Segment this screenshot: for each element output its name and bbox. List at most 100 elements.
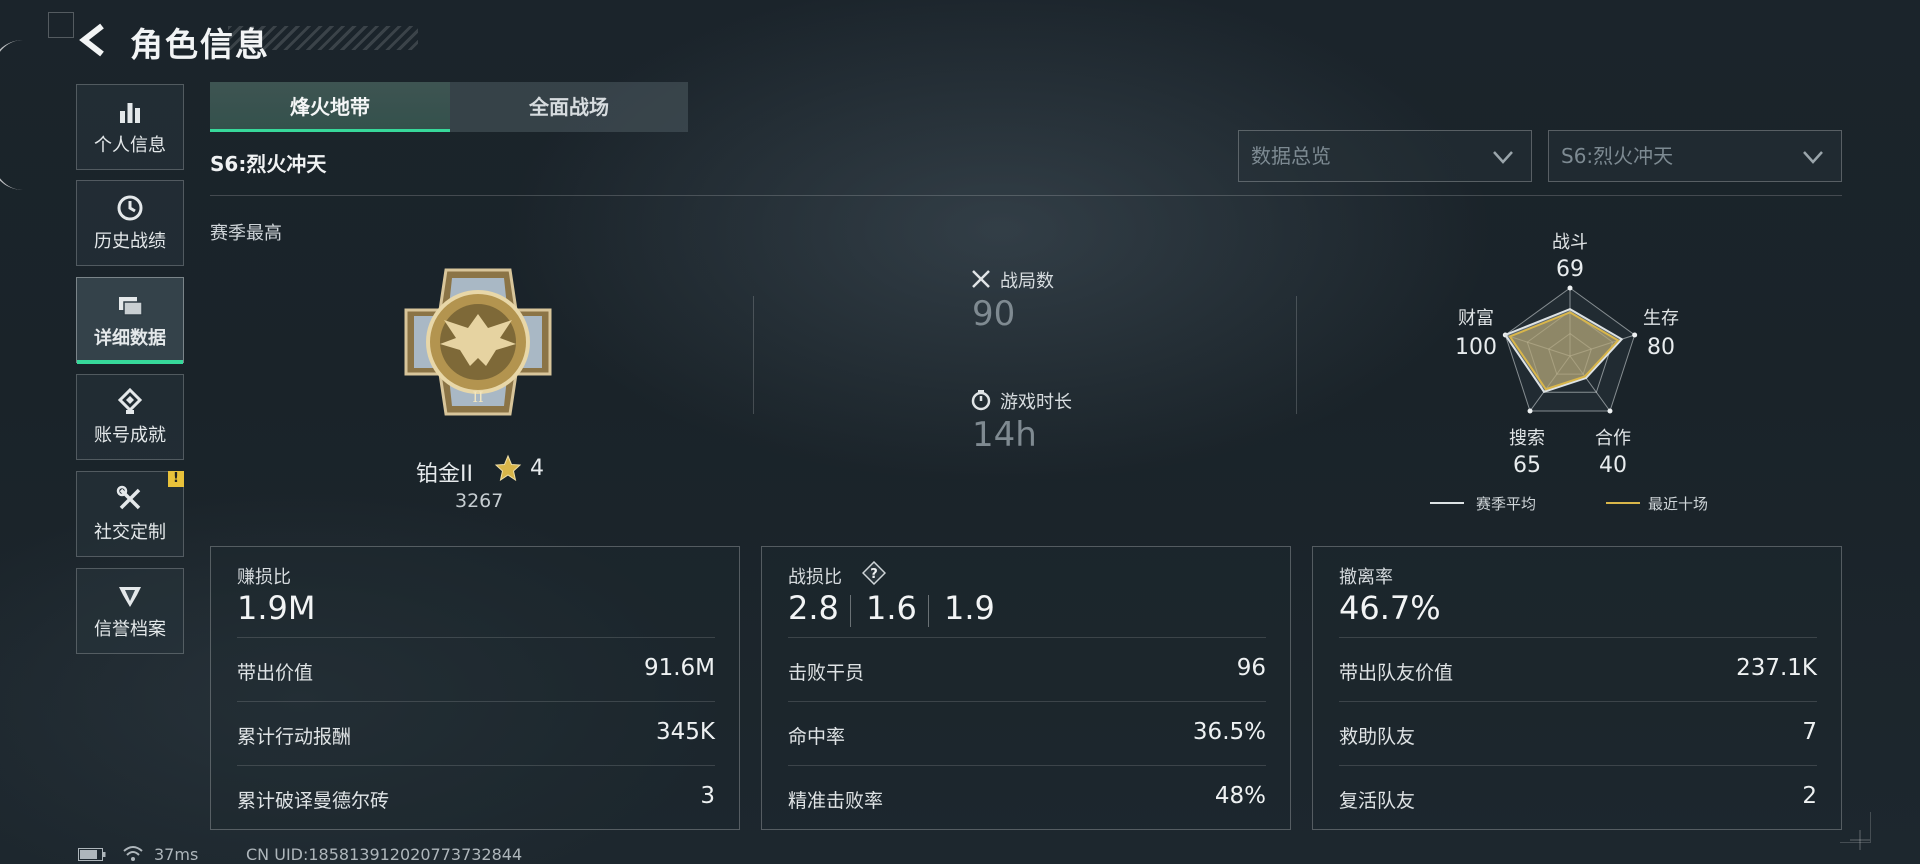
- kd-value: 1.6: [866, 589, 917, 627]
- kd-value: 2.8: [788, 589, 839, 627]
- sidebar-item-label: 信誉档案: [94, 619, 166, 640]
- crossed-swords-icon: [972, 270, 990, 288]
- season-dropdown[interactable]: S6:烈火冲天: [1548, 130, 1842, 182]
- ping-readout: 37ms: [154, 845, 199, 864]
- stat-value: 237.1K: [1736, 655, 1817, 681]
- card-title: 战损比: [788, 567, 842, 588]
- legend-label-average: 赛季平均: [1476, 495, 1537, 513]
- sidebar-item-reputation[interactable]: 信誉档案: [76, 568, 184, 654]
- view-dropdown[interactable]: 数据总览: [1238, 130, 1532, 182]
- extraction-rate-card: 撤离率 46.7% 带出队友价值 237.1K 救助队友 7 复活队友 2: [1312, 546, 1842, 830]
- radar-label-combat: 战斗: [1552, 232, 1588, 253]
- stat-row: 累计行动报酬 345K: [237, 701, 715, 766]
- stat-label: 救助队友: [1339, 726, 1416, 748]
- shield-emblem-icon: [119, 587, 141, 607]
- radar-label-search: 搜索: [1509, 428, 1545, 449]
- stat-label: 带出队友价值: [1339, 662, 1454, 684]
- achievement-icon: [117, 387, 143, 414]
- card-title: 赚损比: [237, 567, 291, 588]
- chevron-down-icon: [1803, 151, 1823, 164]
- stat-value: 36.5%: [1192, 719, 1266, 745]
- radar-label-wealth: 财富: [1458, 308, 1494, 329]
- stat-value: 345K: [656, 719, 715, 745]
- sidebar-item-label: 账号成就: [94, 425, 166, 446]
- rank-score: 3267: [455, 490, 504, 512]
- sidebar-item-label: 详细数据: [94, 328, 166, 349]
- radar-label-survival: 生存: [1643, 308, 1679, 329]
- stat-row: 击败干员 96: [788, 637, 1266, 702]
- sidebar-item-history[interactable]: 历史战绩: [76, 180, 184, 266]
- cards-icon: [119, 297, 143, 316]
- sidebar-item-achievements[interactable]: 账号成就: [76, 374, 184, 460]
- sidebar-item-details[interactable]: 详细数据: [76, 277, 184, 364]
- stat-label: 复活队友: [1339, 790, 1416, 812]
- edge-arc-decoration: [0, 40, 23, 190]
- tab-frontier-zone[interactable]: 烽火地带: [210, 82, 450, 132]
- card-main-value: 1.9M: [237, 589, 316, 627]
- matches-label: 战局数: [1000, 271, 1054, 292]
- radar-value-cooperation: 40: [1599, 453, 1627, 478]
- radar-value-search: 65: [1513, 453, 1541, 478]
- stopwatch-icon: [971, 390, 991, 411]
- kd-value: 1.9: [944, 589, 995, 627]
- radar-value-combat: 69: [1556, 257, 1584, 282]
- legend-swatch-recent: [1606, 502, 1640, 504]
- chevron-down-icon: [1493, 151, 1513, 164]
- star-icon: [494, 454, 522, 482]
- stat-label: 累计破译曼德尔砖: [237, 790, 390, 812]
- sidebar-item-profile[interactable]: 个人信息: [76, 84, 184, 170]
- profit-loss-card: 赚损比 1.9M 带出价值 91.6M 累计行动报酬 345K 累计破译曼德尔砖…: [210, 546, 740, 830]
- rank-medal-icon: II: [404, 268, 552, 416]
- stat-row: 救助队友 7: [1339, 701, 1817, 766]
- sidebar-item-social[interactable]: 社交定制 !: [76, 471, 184, 557]
- stat-value: 96: [1236, 655, 1266, 681]
- stat-label: 击败干员: [788, 662, 865, 684]
- active-indicator: [77, 360, 183, 364]
- playtime-value: 14h: [972, 415, 1037, 455]
- tools-icon: [116, 485, 141, 510]
- radar-axis-dot: [1527, 408, 1533, 414]
- stat-value: 91.6M: [643, 655, 715, 681]
- crosshair-icon: [1850, 830, 1870, 850]
- stat-label: 命中率: [788, 726, 846, 748]
- card-title: 撤离率: [1339, 567, 1393, 588]
- divider: [210, 195, 1842, 196]
- radar-axis-dot: [1567, 285, 1573, 291]
- bar-chart-icon: [120, 103, 140, 123]
- stat-row: 带出价值 91.6M: [237, 637, 715, 702]
- svg-text:?: ?: [870, 567, 878, 582]
- stat-value: 48%: [1214, 783, 1266, 809]
- battery-icon: [78, 848, 106, 861]
- svg-text:II: II: [472, 390, 483, 406]
- divider: [753, 296, 754, 414]
- tab-full-battlefield[interactable]: 全面战场: [450, 82, 688, 132]
- legend-label-recent: 最近十场: [1648, 495, 1709, 513]
- rank-name: 铂金II: [416, 462, 473, 487]
- page-title: 角色信息: [130, 25, 270, 64]
- playtime-label: 游戏时长: [1000, 392, 1072, 413]
- card-main-value: 46.7%: [1339, 589, 1441, 627]
- radar-value-wealth: 100: [1455, 335, 1497, 360]
- player-uid: CN UID:185813912020773732844: [246, 845, 523, 864]
- divider: [850, 595, 851, 627]
- stat-row: 带出队友价值 237.1K: [1339, 637, 1817, 702]
- back-arrow-icon[interactable]: [74, 20, 114, 60]
- season-label: S6:烈火冲天: [210, 152, 327, 176]
- stat-label: 精准击败率: [788, 790, 884, 812]
- stat-value: 2: [1802, 783, 1817, 809]
- season-dropdown-value: S6:烈火冲天: [1561, 144, 1674, 168]
- stat-row: 累计破译曼德尔砖 3: [237, 765, 715, 830]
- view-dropdown-value: 数据总览: [1251, 144, 1331, 168]
- radar-axis-dot: [1607, 408, 1613, 414]
- rank-star-count: 4: [530, 456, 544, 481]
- season-best-label: 赛季最高: [210, 223, 282, 244]
- notification-badge: !: [168, 471, 184, 487]
- sidebar-item-label: 个人信息: [94, 135, 166, 156]
- stat-label: 带出价值: [237, 662, 314, 684]
- divider: [928, 595, 929, 627]
- help-icon[interactable]: ?: [862, 561, 886, 585]
- radar-label-cooperation: 合作: [1595, 428, 1631, 449]
- stat-row: 精准击败率 48%: [788, 765, 1266, 830]
- legend-swatch-average: [1430, 502, 1464, 504]
- stat-row: 命中率 36.5%: [788, 701, 1266, 766]
